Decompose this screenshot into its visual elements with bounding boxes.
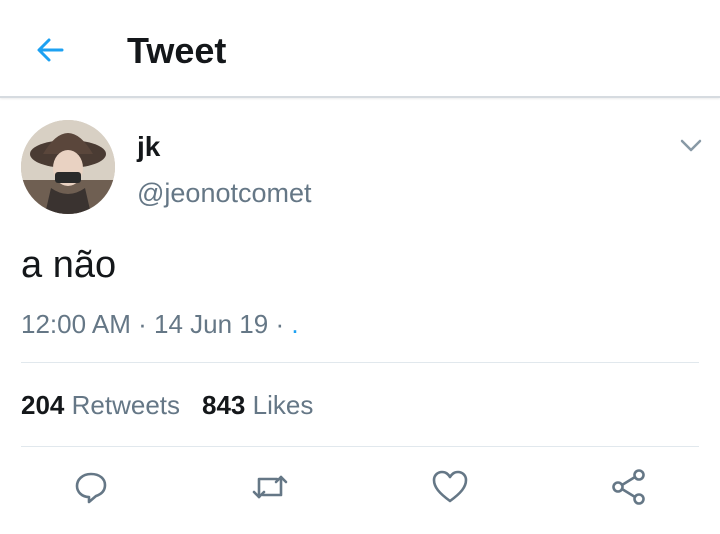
retweets-label: Retweets xyxy=(71,390,181,420)
retweet-count: 204 xyxy=(21,390,65,420)
tweet-date: 14 Jun 19 xyxy=(154,309,269,339)
back-button[interactable] xyxy=(30,32,70,68)
like-count: 843 xyxy=(202,390,246,420)
top-bar: Tweet xyxy=(0,0,720,98)
author-name[interactable]: jk xyxy=(137,131,160,163)
retweet-button[interactable] xyxy=(249,466,291,508)
like-button[interactable] xyxy=(429,466,471,508)
meta-separator: · xyxy=(275,309,285,339)
share-button[interactable] xyxy=(608,466,650,508)
page-title: Tweet xyxy=(127,30,227,71)
share-icon xyxy=(612,469,645,505)
tweet-time: 12:00 AM xyxy=(21,309,131,339)
tweet-text: a não xyxy=(21,244,117,286)
divider xyxy=(21,446,699,447)
avatar-image xyxy=(21,120,115,214)
reply-button[interactable] xyxy=(70,466,112,508)
divider xyxy=(21,362,699,363)
tweet-source-link[interactable]: . xyxy=(291,309,298,339)
chevron-down-icon xyxy=(680,139,702,152)
likes-label: Likes xyxy=(252,390,314,420)
retweet-icon xyxy=(252,475,288,499)
avatar[interactable] xyxy=(21,120,115,214)
like-icon xyxy=(432,470,468,503)
tweet-meta: 12:00 AM · 14 Jun 19 · . xyxy=(21,309,299,340)
author-handle[interactable]: @jeonotcomet xyxy=(137,178,312,209)
meta-separator: · xyxy=(138,309,147,339)
likes-stat[interactable]: 843 Likes xyxy=(202,390,313,420)
more-options-button[interactable] xyxy=(676,134,706,158)
retweets-stat[interactable]: 204 Retweets xyxy=(21,390,180,420)
back-arrow-icon xyxy=(37,38,64,62)
tweet-stats: 204 Retweets 843 Likes xyxy=(21,390,313,421)
reply-icon xyxy=(75,472,107,504)
